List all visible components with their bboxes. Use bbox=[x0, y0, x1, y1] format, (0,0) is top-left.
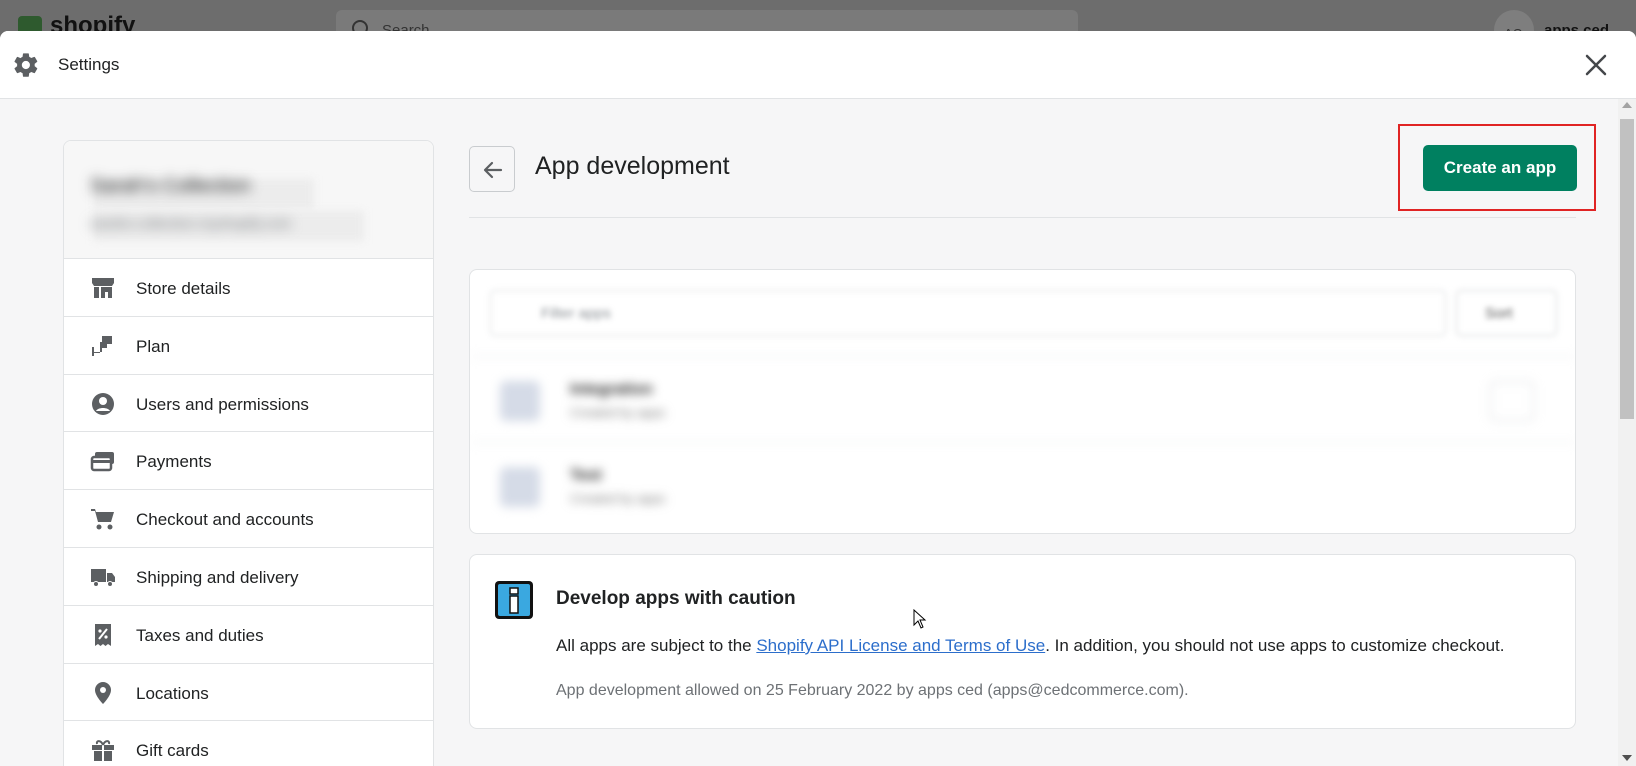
cart-icon bbox=[91, 509, 114, 530]
caution-body: All apps are subject to the Shopify API … bbox=[556, 636, 1504, 656]
app-action-button[interactable] bbox=[1490, 381, 1534, 421]
sidebar-item-payments[interactable]: Payments bbox=[64, 432, 433, 491]
sidebar-item-plan[interactable]: Plan bbox=[64, 317, 433, 375]
mouse-cursor-icon bbox=[913, 609, 927, 629]
app-name: Integration bbox=[570, 381, 653, 398]
scroll-down-arrow-icon[interactable] bbox=[1622, 755, 1632, 761]
sidebar-item-shipping[interactable]: Shipping and delivery bbox=[64, 548, 433, 606]
settings-sidebar: Sarah's Collection sarahs-collection.mys… bbox=[63, 140, 434, 766]
settings-modal: Settings Sarah's Collection sarahs-colle… bbox=[0, 31, 1636, 766]
sidebar-item-locations[interactable]: Locations bbox=[64, 664, 433, 722]
location-icon bbox=[95, 681, 111, 704]
payments-icon bbox=[90, 452, 114, 472]
info-icon bbox=[495, 581, 533, 619]
tax-icon bbox=[95, 623, 111, 646]
list-item[interactable]: Integration Created by apps bbox=[470, 356, 1575, 442]
scrollbar[interactable] bbox=[1618, 99, 1636, 766]
plan-icon bbox=[92, 335, 112, 356]
caution-body-suffix: . In addition, you should not use apps t… bbox=[1045, 636, 1505, 655]
highlight-box: Create an app bbox=[1398, 124, 1596, 211]
sidebar-item-gift-cards[interactable]: Gift cards bbox=[64, 721, 433, 766]
app-icon bbox=[500, 381, 540, 421]
app-icon bbox=[500, 467, 540, 507]
sidebar-item-label: Gift cards bbox=[136, 741, 209, 761]
scrollbar-thumb[interactable] bbox=[1620, 119, 1634, 419]
modal-title: Settings bbox=[58, 55, 120, 74]
sidebar-item-label: Store details bbox=[136, 279, 231, 298]
apps-sort-button[interactable]: Sort bbox=[1456, 290, 1557, 336]
app-subtitle: Created by apps bbox=[570, 491, 666, 506]
apps-list-card: Filter apps Sort Integration Created by … bbox=[469, 269, 1576, 534]
sidebar-item-store-details[interactable]: Store details bbox=[64, 259, 433, 317]
apps-sort-label: Sort bbox=[1485, 305, 1513, 322]
caution-banner: Develop apps with caution All apps are s… bbox=[469, 554, 1576, 729]
apps-search-input[interactable]: Filter apps bbox=[490, 290, 1446, 336]
close-icon[interactable] bbox=[1580, 49, 1612, 81]
sidebar-item-users[interactable]: Users and permissions bbox=[64, 375, 433, 433]
sidebar-item-label: Plan bbox=[136, 336, 171, 356]
list-item[interactable]: Test Created by apps bbox=[470, 442, 1575, 528]
gear-icon bbox=[14, 53, 38, 77]
user-icon bbox=[92, 392, 114, 415]
sidebar-item-label: Users and permissions bbox=[136, 394, 309, 414]
store-icon bbox=[92, 278, 114, 298]
caution-body-prefix: All apps are subject to the bbox=[556, 636, 757, 655]
sidebar-item-label: Checkout and accounts bbox=[136, 510, 314, 530]
sidebar-item-label: Taxes and duties bbox=[136, 625, 264, 645]
back-button[interactable] bbox=[469, 146, 515, 192]
create-app-button[interactable]: Create an app bbox=[1423, 145, 1577, 191]
divider bbox=[469, 217, 1576, 218]
terms-link[interactable]: Shopify API License and Terms of Use bbox=[756, 636, 1045, 655]
sidebar-item-taxes[interactable]: Taxes and duties bbox=[64, 606, 433, 664]
app-name: Test bbox=[570, 467, 602, 484]
store-url: sarahs-collection.myshopify.com bbox=[90, 215, 292, 231]
arrow-left-icon bbox=[483, 161, 503, 179]
caution-title: Develop apps with caution bbox=[556, 588, 796, 609]
app-subtitle: Created by apps bbox=[570, 405, 666, 420]
truck-icon bbox=[91, 568, 115, 587]
sidebar-item-label: Payments bbox=[136, 452, 212, 472]
page-title: App development bbox=[535, 152, 730, 180]
gift-icon bbox=[92, 740, 114, 762]
scroll-up-arrow-icon[interactable] bbox=[1622, 102, 1632, 108]
store-header: Sarah's Collection sarahs-collection.mys… bbox=[64, 141, 433, 259]
sidebar-item-checkout[interactable]: Checkout and accounts bbox=[64, 490, 433, 548]
sidebar-item-label: Locations bbox=[136, 683, 209, 703]
apps-search-placeholder: Filter apps bbox=[541, 305, 612, 322]
store-name: Sarah's Collection bbox=[90, 175, 251, 197]
settings-header: Settings bbox=[0, 31, 1636, 99]
sidebar-item-label: Shipping and delivery bbox=[136, 567, 299, 587]
caution-meta: App development allowed on 25 February 2… bbox=[556, 682, 1189, 699]
